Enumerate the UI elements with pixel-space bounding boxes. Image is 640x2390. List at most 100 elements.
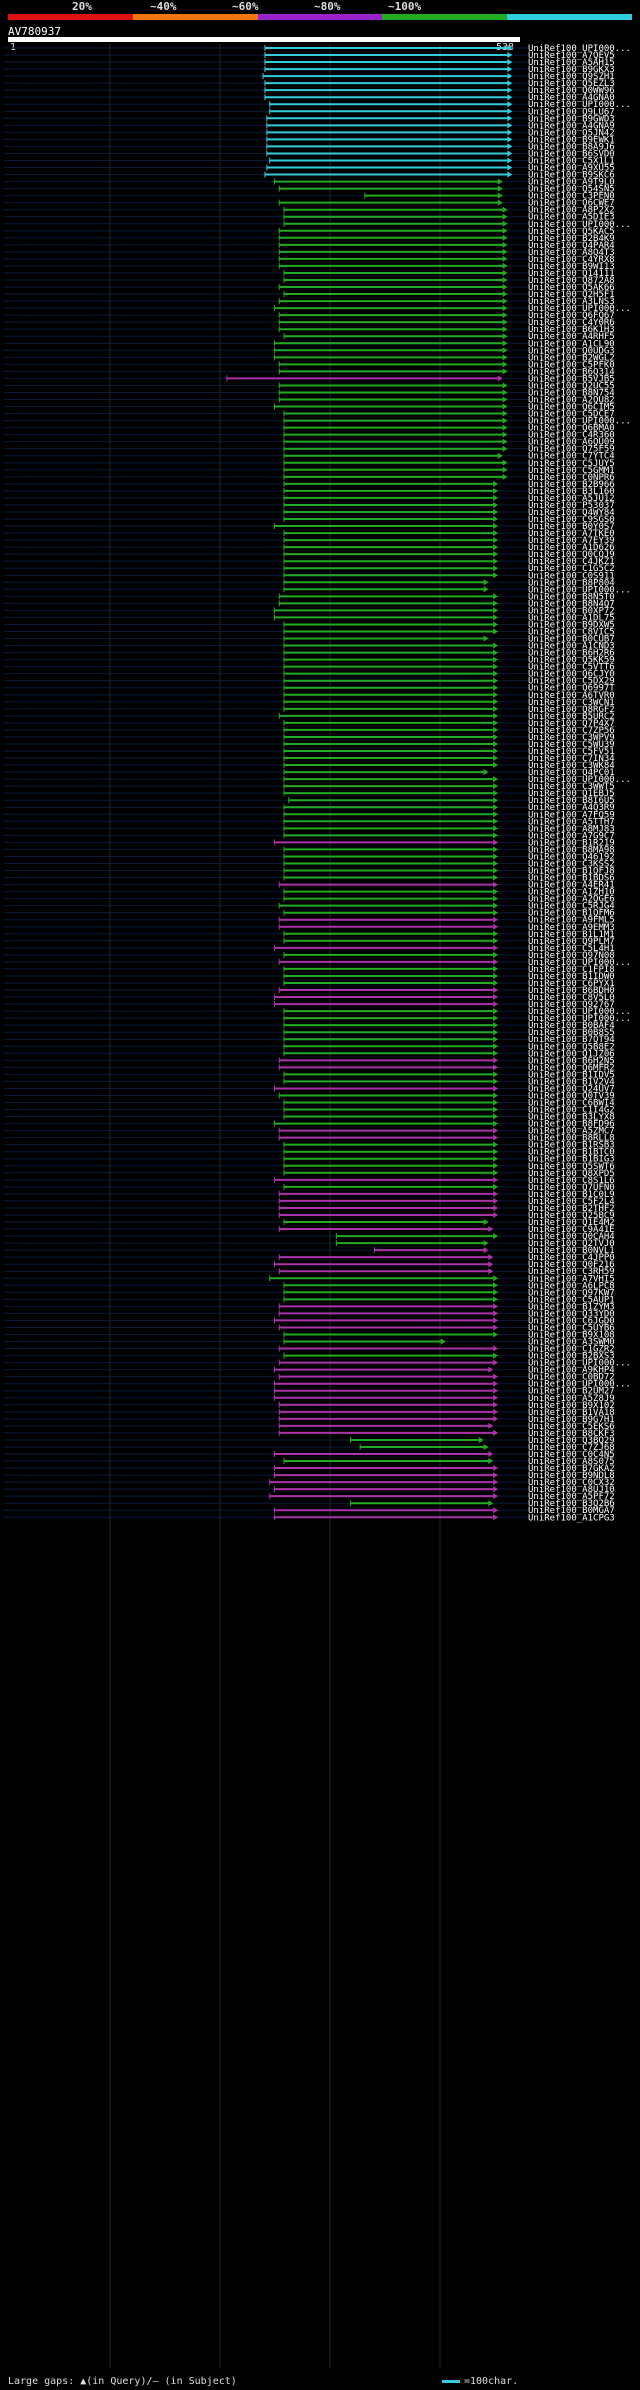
hit-end-arrow (493, 726, 499, 733)
hit-end-arrow (493, 1106, 499, 1113)
hit-end-arrow (493, 811, 499, 818)
hit-end-arrow (493, 1036, 499, 1043)
hit-end-arrow (493, 930, 499, 937)
hit-end-arrow (493, 1204, 499, 1211)
hit-end-arrow (502, 291, 508, 298)
hit-end-arrow (488, 1366, 494, 1373)
hit-end-arrow (493, 698, 499, 705)
hit-end-arrow (493, 1275, 499, 1282)
hit-end-arrow (507, 94, 513, 101)
hit-label: UniRef100_A1CPG3 (528, 1513, 615, 1523)
hit-end-arrow (483, 1240, 489, 1247)
hit-end-arrow (493, 804, 499, 811)
hit-end-arrow (502, 459, 508, 466)
hit-end-arrow (507, 143, 513, 150)
hit-end-arrow (493, 1092, 499, 1099)
hit-end-arrow (493, 1043, 499, 1050)
hit-end-arrow (507, 52, 513, 59)
hit-end-arrow (493, 705, 499, 712)
hit-end-arrow (493, 965, 499, 972)
hit-end-arrow (507, 108, 513, 115)
hit-end-arrow (493, 516, 499, 523)
hit-end-arrow (488, 1458, 494, 1465)
hit-end-arrow (493, 1008, 499, 1015)
hit-end-arrow (493, 656, 499, 663)
hit-end-arrow (493, 621, 499, 628)
hit-end-arrow (493, 1001, 499, 1008)
hit-end-arrow (493, 1408, 499, 1415)
hit-end-arrow (502, 382, 508, 389)
hit-end-arrow (493, 1317, 499, 1324)
hit-end-arrow (493, 874, 499, 881)
hit-end-arrow (493, 1127, 499, 1134)
hit-end-arrow (502, 269, 508, 276)
hit-end-arrow (493, 670, 499, 677)
hit-end-arrow (493, 797, 499, 804)
hit-end-arrow (493, 1099, 499, 1106)
hit-end-arrow (507, 73, 513, 80)
hit-end-arrow (493, 494, 499, 501)
hit-end-arrow (493, 508, 499, 515)
hit-end-arrow (493, 867, 499, 874)
hit-end-arrow (502, 262, 508, 269)
hit-end-arrow (493, 1113, 499, 1120)
hit-end-arrow (493, 1359, 499, 1366)
hit-end-arrow (493, 881, 499, 888)
hit-end-arrow (493, 825, 499, 832)
hit-end-arrow (493, 558, 499, 565)
hit-end-arrow (493, 888, 499, 895)
hit-end-arrow (493, 1134, 499, 1141)
hit-end-arrow (493, 551, 499, 558)
hit-end-arrow (483, 1219, 489, 1226)
hit-end-arrow (493, 1507, 499, 1514)
hit-end-arrow (493, 1479, 499, 1486)
hit-end-arrow (488, 1268, 494, 1275)
hit-end-arrow (493, 593, 499, 600)
hit-end-arrow (497, 185, 503, 192)
hit-end-arrow (507, 164, 513, 171)
hit-end-arrow (493, 1380, 499, 1387)
hit-end-arrow (507, 150, 513, 157)
hit-end-arrow (483, 635, 489, 642)
hit-end-arrow (493, 846, 499, 853)
hit-end-arrow (493, 1345, 499, 1352)
hit-end-arrow (493, 1324, 499, 1331)
hit-end-arrow (502, 431, 508, 438)
hit-end-arrow (493, 684, 499, 691)
hit-end-arrow (493, 1514, 499, 1521)
alignment-hits-plot: UniRef100_UPI000...UniRef100_A7QEV5UniRe… (4, 44, 631, 2368)
hit-end-arrow (493, 1486, 499, 1493)
hit-end-arrow (493, 748, 499, 754)
hit-end-arrow (493, 649, 499, 656)
hit-end-arrow (502, 234, 508, 241)
hit-end-arrow (493, 1078, 499, 1085)
hit-end-arrow (502, 354, 508, 361)
hit-end-arrow (493, 1057, 499, 1064)
hit-end-arrow (502, 298, 508, 305)
hit-end-arrow (493, 663, 499, 670)
hit-end-arrow (502, 347, 508, 354)
hit-end-arrow (493, 544, 499, 551)
hit-end-arrow (493, 523, 499, 530)
hit-end-arrow (493, 994, 499, 1001)
hit-end-arrow (502, 284, 508, 291)
hit-end-arrow (483, 769, 489, 776)
hit-end-arrow (502, 340, 508, 347)
hit-end-arrow (493, 1022, 499, 1029)
hit-end-arrow (493, 565, 499, 572)
hit-end-arrow (502, 410, 508, 417)
hit-end-arrow (493, 712, 499, 719)
hit-end-arrow (493, 600, 499, 607)
hit-end-arrow (493, 487, 499, 494)
hit-end-arrow (497, 375, 503, 382)
hit-end-arrow (493, 1472, 499, 1479)
hit-end-arrow (493, 530, 499, 537)
hit-end-arrow (502, 445, 508, 452)
hit-end-arrow (502, 424, 508, 431)
hit-end-arrow (493, 839, 499, 846)
hit-end-arrow (502, 417, 508, 424)
hit-end-arrow (493, 614, 499, 621)
hit-end-arrow (483, 1247, 489, 1254)
hit-end-arrow (502, 255, 508, 262)
scale-key-label: =100char. (464, 2376, 519, 2387)
